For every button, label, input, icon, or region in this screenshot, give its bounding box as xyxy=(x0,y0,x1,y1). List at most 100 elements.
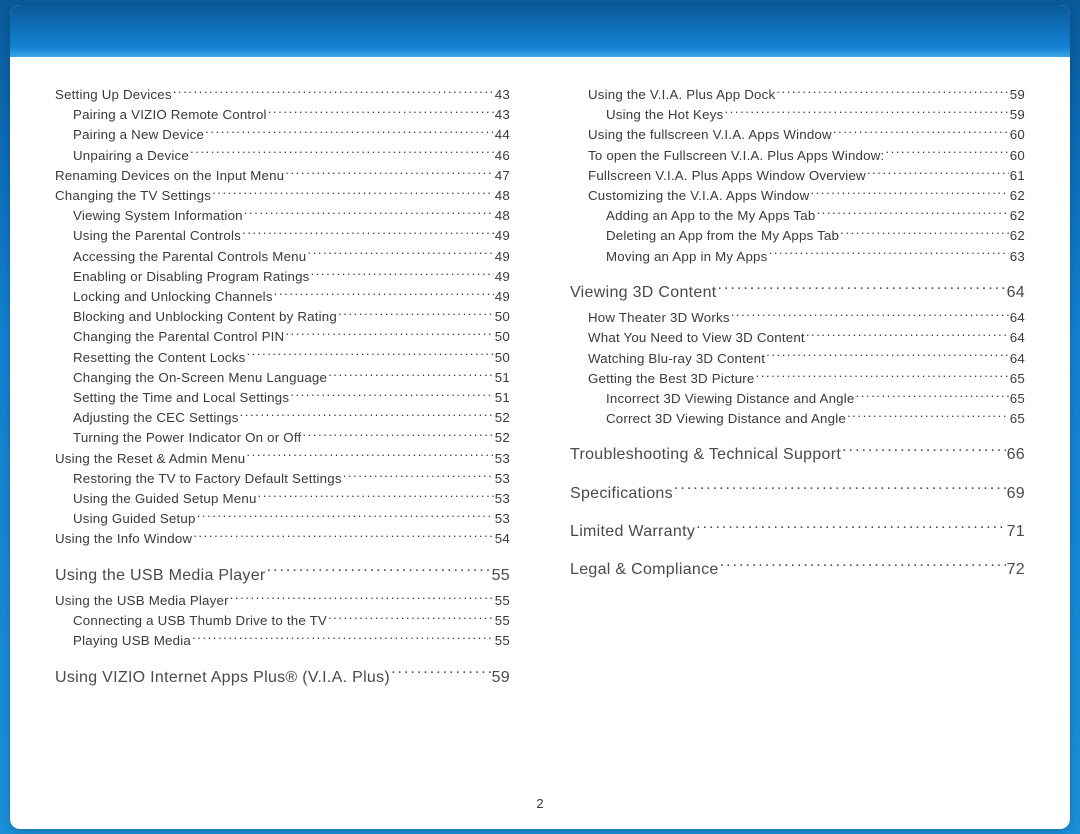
toc-entry-label: Using the Info Window xyxy=(55,529,192,549)
toc-entry[interactable]: Turning the Power Indicator On or Off52 xyxy=(55,428,510,448)
toc-entry-label: Deleting an App from the My Apps Tab xyxy=(606,226,839,246)
toc-leader-dots xyxy=(731,309,1009,322)
toc-entry[interactable]: Changing the TV Settings48 xyxy=(55,186,510,206)
toc-entry-page: 53 xyxy=(495,489,510,509)
toc-entry[interactable]: Using the Info Window 54 xyxy=(55,529,510,549)
toc-entry-page: 46 xyxy=(495,146,510,166)
toc-entry-label: Pairing a VIZIO Remote Control xyxy=(73,105,267,125)
toc-leader-dots xyxy=(328,369,494,382)
toc-entry-label: Blocking and Unblocking Content by Ratin… xyxy=(73,307,337,327)
toc-entry-page: 48 xyxy=(495,206,510,226)
toc-entry[interactable]: Renaming Devices on the Input Menu 47 xyxy=(55,166,510,186)
toc-entry-page: 53 xyxy=(495,469,510,489)
toc-entry-page: 59 xyxy=(1010,85,1025,105)
toc-column-right: Using the V.I.A. Plus App Dock59Using th… xyxy=(570,85,1025,693)
toc-entry[interactable]: Watching Blu-ray 3D Content 64 xyxy=(570,349,1025,369)
toc-entry-label: Legal & Compliance xyxy=(570,558,719,582)
toc-entry[interactable]: Viewing 3D Content64 xyxy=(570,281,1025,305)
toc-entry-label: Fullscreen V.I.A. Plus Apps Window Overv… xyxy=(588,166,866,186)
toc-entry[interactable]: Specifications69 xyxy=(570,482,1025,506)
toc-leader-dots xyxy=(756,369,1009,382)
toc-entry[interactable]: Legal & Compliance72 xyxy=(570,558,1025,582)
toc-entry-label: Playing USB Media xyxy=(73,631,191,651)
toc-entry-label: Resetting the Content Locks xyxy=(73,348,245,368)
toc-entry[interactable]: Setting the Time and Local Settings51 xyxy=(55,388,510,408)
toc-entry-page: 60 xyxy=(1010,146,1025,166)
toc-entry-page: 47 xyxy=(495,166,510,186)
toc-entry-label: Accessing the Parental Controls Menu xyxy=(73,247,306,267)
toc-entry-page: 65 xyxy=(1010,409,1025,429)
toc-entry-page: 64 xyxy=(1010,308,1025,328)
toc-entry[interactable]: Using the fullscreen V.I.A. Apps Window6… xyxy=(570,125,1025,145)
toc-entry[interactable]: Limited Warranty71 xyxy=(570,520,1025,544)
toc-entry-label: Watching Blu-ray 3D Content xyxy=(588,349,765,369)
toc-entry[interactable]: Adjusting the CEC Settings52 xyxy=(55,408,510,428)
toc-entry[interactable]: Using the USB Media Player55 xyxy=(55,564,510,588)
toc-entry-label: Moving an App in My Apps xyxy=(606,247,768,267)
toc-entry-label: Connecting a USB Thumb Drive to the TV xyxy=(73,611,327,631)
toc-entry[interactable]: Setting Up Devices43 xyxy=(55,85,510,105)
toc-leader-dots xyxy=(833,126,1009,139)
toc-entry[interactable]: Restoring the TV to Factory Default Sett… xyxy=(55,469,510,489)
toc-entry[interactable]: Using the Guided Setup Menu53 xyxy=(55,489,510,509)
toc-entry-page: 69 xyxy=(1007,482,1025,506)
toc-entry[interactable]: Pairing a VIZIO Remote Control 43 xyxy=(55,105,510,125)
toc-entry[interactable]: Pairing a New Device44 xyxy=(55,125,510,145)
toc-entry-page: 44 xyxy=(495,125,510,145)
toc-entry[interactable]: Using Guided Setup53 xyxy=(55,509,510,529)
toc-entry[interactable]: Blocking and Unblocking Content by Ratin… xyxy=(55,307,510,327)
toc-entry-label: Restoring the TV to Factory Default Sett… xyxy=(73,469,342,489)
toc-entry[interactable]: Using VIZIO Internet Apps Plus® (V.I.A. … xyxy=(55,666,510,690)
toc-entry[interactable]: Using the Parental Controls49 xyxy=(55,226,510,246)
toc-entry-page: 50 xyxy=(495,348,510,368)
toc-entry-page: 54 xyxy=(495,529,510,549)
toc-entry[interactable]: Fullscreen V.I.A. Plus Apps Window Overv… xyxy=(570,166,1025,186)
toc-leader-dots xyxy=(242,227,494,240)
toc-leader-dots xyxy=(806,329,1009,342)
toc-entry[interactable]: Getting the Best 3D Picture65 xyxy=(570,369,1025,389)
toc-entry[interactable]: What You Need to View 3D Content64 xyxy=(570,328,1025,348)
toc-entry-page: 48 xyxy=(495,186,510,206)
toc-entry[interactable]: Correct 3D Viewing Distance and Angle65 xyxy=(570,409,1025,429)
toc-entry-page: 49 xyxy=(495,267,510,287)
toc-entry[interactable]: Connecting a USB Thumb Drive to the TV55 xyxy=(55,611,510,631)
toc-leader-dots xyxy=(766,349,1009,362)
toc-entry[interactable]: Playing USB Media55 xyxy=(55,631,510,651)
toc-entry[interactable]: Customizing the V.I.A. Apps Window62 xyxy=(570,186,1025,206)
toc-leader-dots xyxy=(230,592,494,605)
toc-leader-dots xyxy=(244,207,494,220)
toc-entry[interactable]: Troubleshooting & Technical Support66 xyxy=(570,443,1025,467)
toc-entry-label: Using the Reset & Admin Menu xyxy=(55,449,245,469)
toc-entry[interactable]: Viewing System Information 48 xyxy=(55,206,510,226)
toc-entry-page: 64 xyxy=(1010,349,1025,369)
toc-leader-dots xyxy=(285,167,494,180)
toc-leader-dots xyxy=(840,227,1009,240)
toc-entry[interactable]: Using the Hot Keys59 xyxy=(570,105,1025,125)
toc-entry-label: Adjusting the CEC Settings xyxy=(73,408,239,428)
toc-entry[interactable]: Using the Reset & Admin Menu53 xyxy=(55,449,510,469)
toc-leader-dots xyxy=(391,666,491,682)
toc-entry[interactable]: Using the V.I.A. Plus App Dock59 xyxy=(570,85,1025,105)
toc-entry[interactable]: Incorrect 3D Viewing Distance and Angle6… xyxy=(570,389,1025,409)
toc-entry[interactable]: Locking and Unlocking Channels49 xyxy=(55,287,510,307)
toc-entry[interactable]: Deleting an App from the My Apps Tab62 xyxy=(570,226,1025,246)
toc-entry[interactable]: Enabling or Disabling Program Ratings49 xyxy=(55,267,510,287)
toc-entry[interactable]: How Theater 3D Works64 xyxy=(570,308,1025,328)
toc-entry-label: Renaming Devices on the Input Menu xyxy=(55,166,284,186)
toc-entry[interactable]: Using the USB Media Player55 xyxy=(55,591,510,611)
toc-entry[interactable]: Unpairing a Device 46 xyxy=(55,146,510,166)
toc-entry[interactable]: Resetting the Content Locks 50 xyxy=(55,348,510,368)
toc-leader-dots xyxy=(173,86,494,99)
toc-entry-page: 43 xyxy=(495,105,510,125)
toc-entry-label: Viewing System Information xyxy=(73,206,243,226)
toc-entry-page: 53 xyxy=(495,509,510,529)
toc-entry[interactable]: Changing the On-Screen Menu Language51 xyxy=(55,368,510,388)
toc-entry[interactable]: Moving an App in My Apps63 xyxy=(570,247,1025,267)
toc-entry-label: Unpairing a Device xyxy=(73,146,189,166)
toc-entry[interactable]: Changing the Parental Control PIN50 xyxy=(55,327,510,347)
toc-entry[interactable]: Accessing the Parental Controls Menu49 xyxy=(55,247,510,267)
toc-entry[interactable]: Adding an App to the My Apps Tab62 xyxy=(570,206,1025,226)
toc-entry[interactable]: To open the Fullscreen V.I.A. Plus Apps … xyxy=(570,146,1025,166)
toc-leader-dots xyxy=(197,510,494,523)
toc-entry-page: 66 xyxy=(1007,443,1025,467)
